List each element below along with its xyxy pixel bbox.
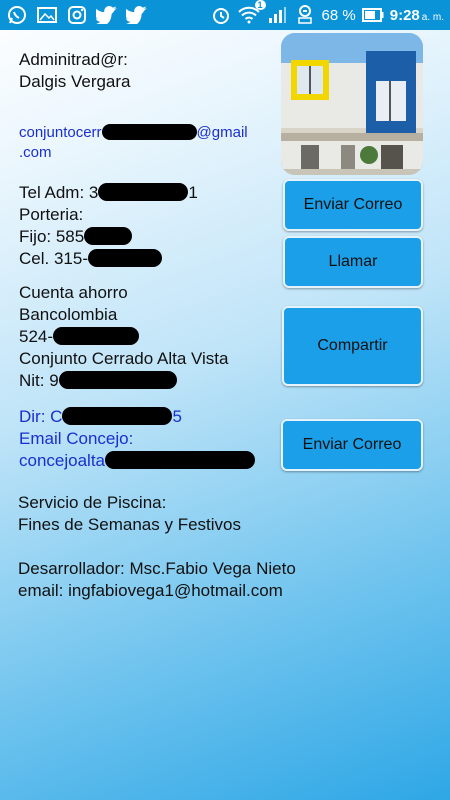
gallery-icon [36,4,58,26]
nit-number: Nit: 9 [19,370,177,392]
nfc-icon [294,4,316,26]
building-photo [281,33,423,175]
porteria-label: Porteria: [19,205,84,224]
admin-email[interactable]: conjuntocerr @gmail [19,122,248,144]
twitter-icon [126,4,148,26]
battery-percent: 68 % [321,6,356,24]
send-email-button[interactable]: Enviar Correo [283,179,423,231]
cel-number: Cel. 315- [19,248,162,270]
alarm-icon [210,4,232,26]
wifi-icon: 1 [237,0,266,26]
redaction-mark [62,407,173,425]
notification-badge: 1 [254,0,266,10]
fijo-number: Fijo: 585 [19,226,133,248]
call-button[interactable]: Llamar [283,236,423,288]
redaction-mark [101,124,197,140]
admin-label: Adminitrad@r: [19,50,128,69]
redaction-mark [87,249,162,267]
system-icons: 1 68 % 9:28 a. m. [210,0,444,26]
redaction-mark [84,227,133,245]
admin-name: Dalgis Vergara [19,72,131,91]
pool-title: Servicio de Piscina: [18,493,167,512]
tel-adm: Tel Adm: 31 [19,183,198,202]
battery-icon [361,4,384,26]
email-concejo[interactable]: concejoalta [19,450,256,472]
status-bar: 1 68 % 9:28 a. m. [0,0,450,30]
admin-email-tld[interactable]: .com [19,142,52,164]
email-concejo-label: Email Concejo: [19,429,134,448]
developer-name: Desarrollador: Msc.Fabio Vega Nieto [18,559,296,578]
conjunto-name: Conjunto Cerrado Alta Vista [19,349,229,368]
clock: 9:28 a. m. [389,6,444,24]
notification-icons [6,4,148,26]
account-number: 524- [19,326,140,348]
main-content: Adminitrad@r: Dalgis Vergara conjuntocer… [0,30,450,800]
cuenta-label: Cuenta ahorro [19,283,128,302]
whatsapp-icon [6,4,28,26]
redaction-mark [98,183,189,201]
bank-name: Bancolombia [19,305,118,324]
instagram-icon [66,4,88,26]
send-email-concejo-button[interactable]: Enviar Correo [281,419,423,471]
share-button[interactable]: Compartir [282,306,423,386]
redaction-mark [105,451,256,469]
redaction-mark [58,371,177,389]
twitter-icon [96,4,118,26]
pool-schedule: Fines de Semanas y Festivos [18,515,241,534]
address: Dir: C5 [19,407,182,426]
signal-icon [266,4,288,26]
developer-email: email: ingfabiovega1@hotmail.com [18,581,283,600]
redaction-mark [53,327,140,345]
